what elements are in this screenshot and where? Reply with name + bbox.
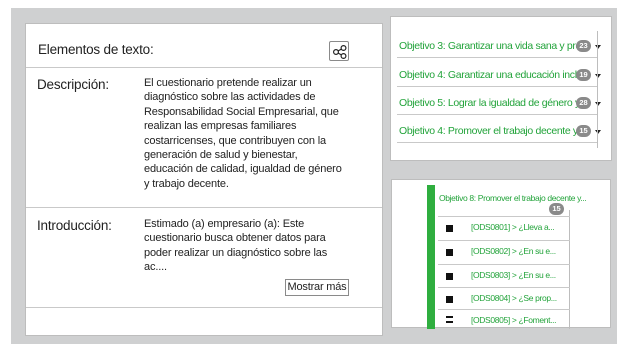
objective-detail-title[interactable]: Objetivo 8: Promover el trabajo decente … [439, 193, 587, 203]
objective-label: Objetivo 4: Promover el trabajo decente … [399, 125, 585, 137]
objective-item[interactable]: Objetivo 3: Garantizar una vida sana y p… [397, 35, 601, 58]
description-line: realizan las empresas familiares [144, 120, 297, 133]
count-badge: 19 [576, 69, 591, 81]
chevron-down-icon[interactable] [595, 130, 601, 134]
description-line: educación de calidad, igualdad de género [144, 163, 342, 176]
description-line: diagnóstico sobre las actividades de [144, 91, 316, 104]
question-type-icon [446, 273, 453, 280]
objective-color-bar [427, 185, 435, 329]
introduction-line: poder realizar un diagnóstico sobre las [144, 246, 328, 259]
introduction-label: Introducción: [37, 218, 112, 233]
question-type-icon [446, 249, 453, 256]
question-item[interactable]: [ODS0802] > ¿En su e... [438, 240, 570, 263]
question-label: [ODS0801] > ¿Lleva a... [471, 222, 555, 232]
introduction-line: ac.... [144, 261, 167, 274]
question-type-icon [446, 296, 453, 303]
objective-item[interactable]: Objetivo 4: Garantizar una educación inc… [397, 64, 601, 87]
chevron-down-icon[interactable] [595, 102, 601, 106]
question-label: [ODS0803] > ¿En su e... [471, 270, 556, 280]
question-label: [ODS0804] > ¿Se prop... [471, 293, 557, 303]
share-nodes-icon [332, 44, 347, 60]
equals-icon [446, 316, 453, 323]
question-item[interactable]: [ODS0801] > ¿Lleva a... [438, 216, 570, 239]
introduction-line: cuestionario busca obtener datos para [144, 232, 326, 245]
description-line: El cuestionario pretende realizar un [144, 77, 312, 89]
question-item[interactable]: [ODS0803] > ¿En su e... [438, 264, 570, 287]
question-label: [ODS0805] > ¿Foment... [471, 315, 557, 325]
description-line: costarricenses, que contribuyen con la [144, 134, 327, 147]
count-badge: 28 [576, 97, 591, 109]
count-badge: 23 [576, 40, 591, 52]
description-line: y trabajo decente. [144, 177, 229, 190]
objective-detail-panel: Objetivo 8: Promover el trabajo decente … [391, 179, 611, 329]
show-more-button[interactable]: Mostrar más [285, 279, 349, 296]
count-badge: 15 [549, 203, 564, 215]
count-badge: 15 [576, 125, 591, 137]
description-text: El cuestionario pretende realizar un dia… [144, 76, 344, 191]
divider [26, 307, 382, 308]
introduction-line: Estimado (a) empresario (a): Este [144, 218, 305, 230]
text-elements-panel: Elementos de texto: Descripción: El cues… [25, 23, 383, 336]
description-label: Descripción: [37, 77, 109, 92]
objective-item[interactable]: Objetivo 5: Lograr la igualdad de género… [397, 92, 601, 115]
chevron-down-icon[interactable] [595, 45, 601, 49]
scroll-track [597, 31, 598, 148]
panel-title: Elementos de texto: [38, 42, 154, 57]
share-button[interactable] [329, 41, 349, 61]
description-line: generación de salud y bienestar, [144, 149, 298, 162]
introduction-text: Estimado (a) empresario (a): Este cuesti… [144, 217, 344, 275]
objective-label: Objetivo 5: Lograr la igualdad de género… [399, 97, 591, 109]
divider [26, 207, 382, 208]
description-line: Responsabilidad Social Empresarial, que [144, 105, 339, 118]
question-label: [ODS0802] > ¿En su e... [471, 246, 556, 256]
question-type-icon [446, 225, 453, 232]
objectives-panel: Objetivo 3: Garantizar una vida sana y p… [390, 16, 612, 161]
chevron-down-icon[interactable] [595, 74, 601, 78]
question-item[interactable]: [ODS0805] > ¿Foment... [438, 309, 570, 332]
objective-item[interactable]: Objetivo 4: Promover el trabajo decente … [397, 120, 601, 143]
panel-header: Elementos de texto: [26, 24, 382, 68]
objective-label: Objetivo 4: Garantizar una educación inc… [399, 69, 590, 81]
objective-label: Objetivo 3: Garantizar una vida sana y p… [399, 40, 589, 52]
question-item[interactable]: [ODS0804] > ¿Se prop... [438, 287, 570, 310]
